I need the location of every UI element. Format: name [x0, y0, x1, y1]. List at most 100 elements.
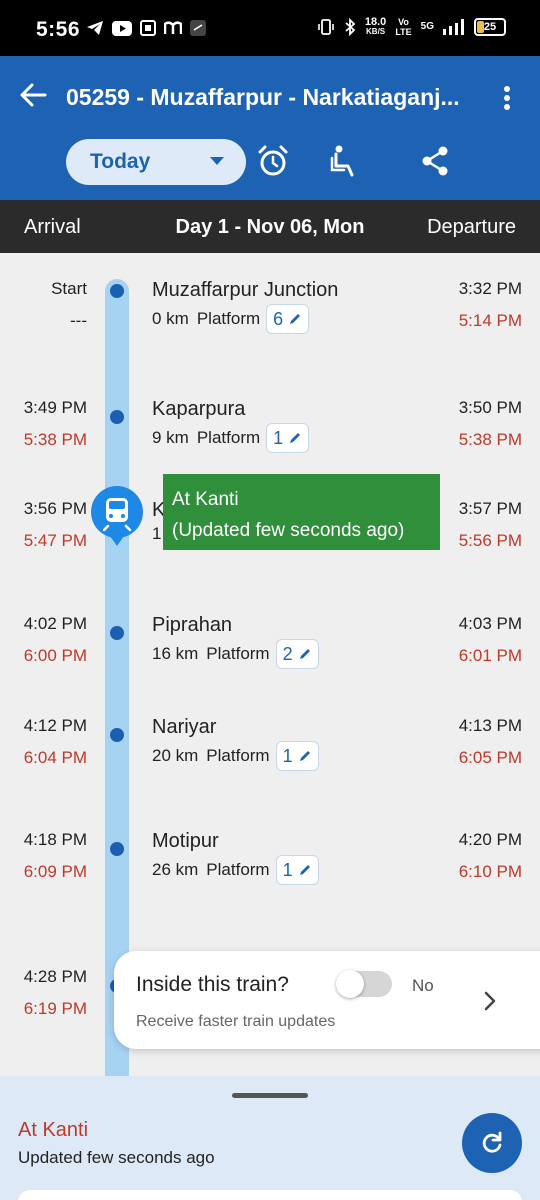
- platform-label: Platform: [206, 746, 270, 765]
- platform-label: Platform: [206, 860, 270, 879]
- station-row[interactable]: Start --- Muzaffarpur Junction 0 km Plat…: [0, 279, 540, 359]
- notification-icons: [86, 20, 206, 36]
- pencil-icon: [299, 865, 310, 875]
- platform-edit-button[interactable]: 1: [266, 423, 310, 453]
- station-distance: 16 km: [152, 644, 199, 663]
- telegram-icon: [87, 21, 103, 35]
- platform-number: 1: [273, 427, 284, 448]
- departure-actual: 5:38 PM: [458, 430, 522, 449]
- volte-icon: Vo LTE: [395, 17, 412, 37]
- arrival-scheduled: 4:18 PM: [23, 830, 87, 849]
- inside-train-card[interactable]: Inside this train? No Receive faster tra…: [114, 951, 540, 1049]
- arrival-scheduled: 4:02 PM: [23, 614, 87, 633]
- departure-actual: 6:01 PM: [458, 646, 522, 665]
- departure-actual: 5:56 PM: [458, 531, 522, 550]
- station-name: Kaparpura: [152, 398, 246, 420]
- station-info: 9 km Platform 1: [152, 423, 310, 453]
- back-arrow-icon[interactable]: [18, 80, 48, 110]
- seat-icon[interactable]: [328, 144, 362, 178]
- date-dropdown[interactable]: Today: [66, 139, 246, 185]
- arrival-actual: 6:19 PM: [23, 999, 87, 1018]
- station-dot: [110, 284, 124, 298]
- arrival-actual: 6:04 PM: [23, 748, 87, 767]
- station-dot: [110, 842, 124, 856]
- arrival-scheduled: 3:49 PM: [23, 398, 87, 417]
- live-status-updated: (Updated few seconds ago): [172, 520, 405, 541]
- departure-actual: 6:10 PM: [458, 862, 522, 881]
- net-speed: 18.0 KB/S: [364, 16, 387, 37]
- bluetooth-icon: [345, 18, 356, 36]
- platform-number: 2: [282, 643, 293, 664]
- station-row[interactable]: 4:02 PM 6:00 PM Piprahan 16 km Platform …: [0, 614, 540, 694]
- station-distance: 20 km: [152, 746, 199, 765]
- departure-scheduled: 4:20 PM: [458, 830, 522, 849]
- train-title: 05259 - Muzaffarpur - Narkatiaganj...: [66, 84, 460, 110]
- platform-edit-button[interactable]: 1: [275, 855, 319, 885]
- arrival-actual: 5:47 PM: [23, 531, 87, 550]
- departure-scheduled: 3:57 PM: [458, 499, 522, 518]
- pencil-icon: [299, 649, 310, 659]
- more-options-icon[interactable]: [496, 82, 518, 114]
- station-dot: [110, 410, 124, 424]
- chevron-right-icon[interactable]: [480, 989, 500, 1013]
- message-icon: [190, 20, 206, 36]
- arrival-actual: ---: [70, 311, 87, 330]
- youtube-icon: [112, 20, 132, 36]
- alarm-icon[interactable]: [256, 144, 290, 178]
- station-distance: 0 km: [152, 309, 189, 328]
- platform-number: 1: [282, 745, 293, 766]
- pencil-icon: [290, 314, 301, 324]
- app-icon: [140, 20, 156, 36]
- pencil-icon: [290, 433, 301, 443]
- station-info: 16 km Platform 2: [152, 639, 319, 669]
- app-header: 05259 - Muzaffarpur - Narkatiaganj... To…: [0, 56, 540, 200]
- refresh-button[interactable]: [462, 1113, 522, 1173]
- station-name: Nariyar: [152, 716, 217, 738]
- bottom-sheet[interactable]: At Kanti Updated few seconds ago: [0, 1076, 540, 1200]
- platform-label: Platform: [196, 309, 261, 328]
- current-status: At Kanti: [18, 1119, 89, 1141]
- refresh-icon: [482, 1131, 502, 1153]
- departure-column-header: Departure: [427, 216, 516, 238]
- departure-actual: 5:14 PM: [458, 311, 522, 330]
- arrival-actual: 6:09 PM: [23, 862, 87, 881]
- station-row[interactable]: 4:12 PM 6:04 PM Nariyar 20 km Platform 1…: [0, 716, 540, 796]
- platform-edit-button[interactable]: 2: [275, 639, 319, 669]
- vibrate-icon: [318, 19, 334, 35]
- station-dot: [110, 728, 124, 742]
- platform-label: Platform: [206, 644, 270, 663]
- share-icon[interactable]: [418, 144, 452, 178]
- inside-train-question: Inside this train?: [136, 973, 289, 996]
- status-bar: 5:56 18.0 KB/S Vo LTE 5G 25: [0, 0, 540, 56]
- departure-scheduled: 3:32 PM: [458, 279, 522, 298]
- toggle-label: No: [412, 976, 434, 995]
- inside-train-toggle[interactable]: [336, 970, 392, 998]
- station-distance: 9 km: [152, 428, 189, 447]
- departure-scheduled: 4:13 PM: [458, 716, 522, 735]
- station-distance: 26 km: [152, 860, 199, 879]
- station-row[interactable]: 3:49 PM 5:38 PM Kaparpura 9 km Platform …: [0, 398, 540, 478]
- status-time: 5:56: [36, 18, 81, 41]
- system-icons: 18.0 KB/S Vo LTE 5G 25: [317, 17, 506, 37]
- station-dot: [110, 626, 124, 640]
- arrival-scheduled: 4:12 PM: [23, 716, 87, 735]
- station-row[interactable]: 4:18 PM 6:09 PM Motipur 26 km Platform 1…: [0, 830, 540, 910]
- arrival-actual: 6:00 PM: [23, 646, 87, 665]
- platform-edit-button[interactable]: 6: [266, 304, 310, 334]
- station-name: Muzaffarpur Junction: [152, 279, 339, 301]
- toggle-knob: [336, 970, 364, 998]
- network-label: 5G: [420, 21, 434, 32]
- battery-icon: 25: [474, 18, 506, 36]
- station-name: Motipur: [152, 830, 219, 852]
- arrival-actual: 5:38 PM: [23, 430, 87, 449]
- station-info: 20 km Platform 1: [152, 741, 319, 771]
- departure-actual: 6:05 PM: [458, 748, 522, 767]
- departure-scheduled: 4:03 PM: [458, 614, 522, 633]
- chevron-down-icon: [210, 157, 224, 165]
- drag-handle[interactable]: [232, 1093, 308, 1098]
- station-name: Piprahan: [152, 614, 233, 636]
- platform-number: 6: [273, 308, 284, 329]
- signal-icon: [443, 19, 464, 35]
- platform-edit-button[interactable]: 1: [275, 741, 319, 771]
- departure-scheduled: 3:50 PM: [458, 398, 522, 417]
